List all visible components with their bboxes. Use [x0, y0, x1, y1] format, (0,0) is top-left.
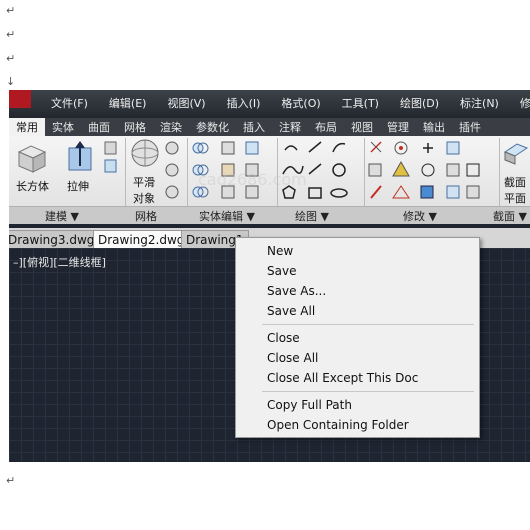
menu-modify[interactable]: 修改 — [520, 95, 530, 111]
smooth-object-label-2[interactable]: 对象 — [133, 190, 155, 206]
paragraph-mark: ↵ — [6, 4, 16, 17]
ribbon-tabs: 常用 实体 曲面 网格 渲染 参数化 插入 注释 布局 视图 管理 输出 插件 — [9, 118, 530, 136]
menu-bar: 文件(F) 编辑(E) 视图(V) 插入(I) 格式(O) 工具(T) 绘图(D… — [9, 90, 530, 118]
menu-edit[interactable]: 编辑(E) — [109, 95, 147, 111]
menu-item-save-all[interactable]: Save All — [267, 304, 315, 318]
doc-tab-drawing2[interactable]: Drawing2.dwg — [93, 230, 190, 249]
watermark: cad2686.com — [198, 170, 307, 189]
tab-annotate[interactable]: 注释 — [272, 118, 308, 136]
menu-separator — [262, 324, 474, 325]
menu-insert[interactable]: 插入(I) — [227, 95, 261, 111]
tab-context-menu: New Save Save As... Save All Close Close… — [235, 237, 480, 438]
smooth-object-label-1[interactable]: 平滑 — [133, 174, 155, 190]
menu-file[interactable]: 文件(F) — [51, 95, 88, 111]
ribbon-panel-titles: 建模 ▼ 网格 实体编辑 ▼ 绘图 ▼ 修改 ▼ 截面 ▼ — [9, 206, 530, 224]
panel-title-modeling[interactable]: 建模 ▼ — [45, 208, 79, 224]
menu-separator — [262, 391, 474, 392]
menu-tools[interactable]: 工具(T) — [342, 95, 379, 111]
panel-title-mesh[interactable]: 网格 — [135, 208, 157, 224]
tab-manage[interactable]: 管理 — [380, 118, 416, 136]
paragraph-mark: ↵ — [6, 28, 16, 41]
tab-render[interactable]: 渲染 — [153, 118, 189, 136]
menu-view[interactable]: 视图(V) — [167, 95, 205, 111]
app-logo-icon[interactable] — [9, 90, 39, 114]
viewport-label[interactable]: –][俯视][二维线框] — [13, 254, 106, 270]
tab-layout[interactable]: 布局 — [308, 118, 344, 136]
tab-insert[interactable]: 插入 — [236, 118, 272, 136]
mesh-small-tools-icon[interactable] — [163, 140, 183, 202]
panel-title-section[interactable]: 截面 ▼ — [493, 208, 527, 224]
tab-view[interactable]: 视图 — [344, 118, 380, 136]
tab-solid[interactable]: 实体 — [45, 118, 81, 136]
extrude-label[interactable]: 拉伸 — [67, 178, 89, 194]
menu-item-copy-full-path[interactable]: Copy Full Path — [267, 398, 352, 412]
menu-dimension[interactable]: 标注(N) — [460, 95, 499, 111]
tab-home[interactable]: 常用 — [9, 118, 45, 136]
tab-surface[interactable]: 曲面 — [81, 118, 117, 136]
tab-plugins[interactable]: 插件 — [452, 118, 488, 136]
paragraph-mark: ↵ — [6, 474, 16, 487]
section-plane-icon[interactable] — [503, 142, 529, 166]
panel-title-modify[interactable]: 修改 ▼ — [403, 208, 437, 224]
tab-mesh[interactable]: 网格 — [117, 118, 153, 136]
box-label[interactable]: 长方体 — [16, 178, 49, 194]
menu-item-save[interactable]: Save — [267, 264, 296, 278]
section-plane-label-2[interactable]: 平面 — [504, 190, 526, 206]
menu-list: 文件(F) 编辑(E) 视图(V) 插入(I) 格式(O) 工具(T) 绘图(D… — [39, 95, 530, 111]
panel-title-draw[interactable]: 绘图 ▼ — [295, 208, 329, 224]
smooth-object-icon[interactable] — [130, 138, 160, 168]
box-icon[interactable] — [15, 140, 49, 174]
menu-item-open-containing-folder[interactable]: Open Containing Folder — [267, 418, 409, 432]
paragraph-mark: ↓ — [6, 75, 16, 88]
menu-item-close[interactable]: Close — [267, 331, 300, 345]
menu-item-close-all-except[interactable]: Close All Except This Doc — [267, 371, 418, 385]
paragraph-mark: ↵ — [6, 52, 16, 65]
tab-output[interactable]: 输出 — [416, 118, 452, 136]
menu-item-save-as[interactable]: Save As... — [267, 284, 326, 298]
menu-item-new[interactable]: New — [267, 244, 293, 258]
extrude-icon[interactable] — [65, 140, 95, 174]
menu-draw[interactable]: 绘图(D) — [400, 95, 439, 111]
menu-format[interactable]: 格式(O) — [281, 95, 320, 111]
modify-tools-icon[interactable] — [367, 140, 497, 202]
panel-title-solid-editing[interactable]: 实体编辑 ▼ — [199, 208, 255, 224]
menu-item-close-all[interactable]: Close All — [267, 351, 318, 365]
tab-parametric[interactable]: 参数化 — [189, 118, 236, 136]
modeling-small-tools-icon[interactable] — [103, 140, 119, 176]
section-plane-label-1[interactable]: 截面 — [504, 174, 526, 190]
